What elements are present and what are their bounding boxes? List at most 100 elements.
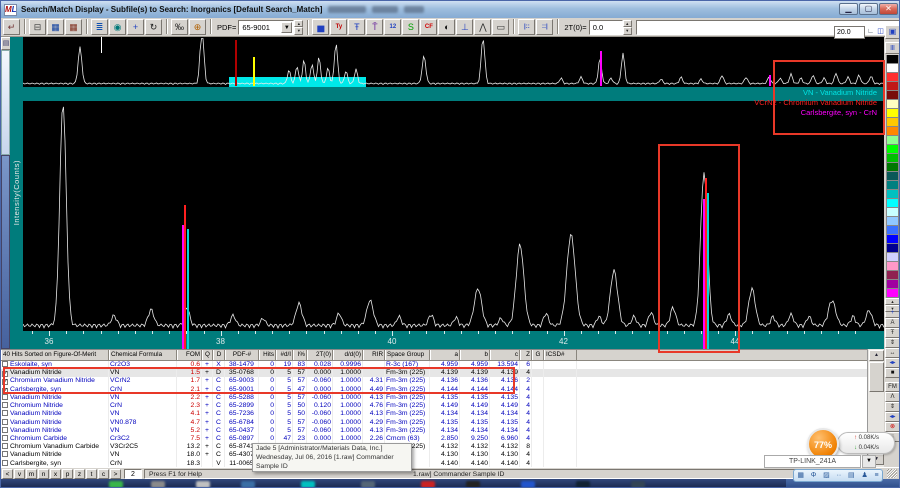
column-header[interactable]: PDF-#	[225, 350, 259, 360]
row-checkbox[interactable]	[2, 443, 8, 450]
taskbar-item[interactable]	[466, 481, 480, 487]
ime-language-bar[interactable]: ▦ Φ ▨ ·· ▤ ♟ ≡	[793, 469, 883, 482]
column-header[interactable]: b	[460, 350, 490, 360]
row-checkbox[interactable]	[2, 402, 8, 409]
wifi-network-label[interactable]: TP-LINK_241A	[764, 455, 861, 468]
row-checkbox[interactable]	[2, 459, 8, 466]
vexpand-icon[interactable]: ⇕	[885, 402, 899, 412]
stickpattern-icon[interactable]: ▅	[312, 19, 330, 35]
ime-icon[interactable]: ♟	[861, 470, 867, 481]
row-checkbox[interactable]	[2, 426, 8, 433]
zoom-value-box[interactable]: 20.0	[834, 26, 865, 39]
cell-name[interactable]: Vanadium Nitride	[1, 418, 109, 427]
ime-icon[interactable]: ▦	[797, 470, 804, 481]
refresh-icon[interactable]: ↻	[145, 19, 162, 35]
column-header[interactable]: Chemical Formula	[109, 350, 177, 360]
move-icon[interactable]: +	[127, 19, 144, 35]
color-swatch[interactable]	[886, 100, 899, 109]
table-row[interactable]: Vanadium Nitride VN0.878 4.7 + C 65-6784 0 5 57-…	[1, 418, 867, 427]
stop-icon[interactable]: ■	[885, 368, 899, 378]
pager-button-v[interactable]: v	[14, 469, 25, 479]
taskbar-item[interactable]	[109, 481, 123, 487]
resize-grip[interactable]	[887, 469, 897, 478]
vfit-icon[interactable]: ⇕	[885, 338, 899, 348]
apply-icon[interactable]: ↵	[3, 19, 20, 35]
vertical-zoom-slider[interactable]	[1, 50, 10, 155]
two-theta-spinner[interactable]: ▲ ▼	[622, 19, 632, 35]
contrast-icon[interactable]: ◐	[438, 19, 456, 35]
cf-icon[interactable]: CF	[420, 19, 438, 35]
color-swatch[interactable]	[886, 208, 899, 217]
percent-icon[interactable]: ‰	[171, 19, 188, 35]
overlay-icon[interactable]: Ty	[330, 19, 348, 35]
globe-icon[interactable]: ⊕	[189, 19, 206, 35]
web-icon[interactable]: ◉	[109, 19, 126, 35]
color-swatch[interactable]	[886, 127, 899, 136]
report-icon[interactable]: ≣	[91, 19, 108, 35]
stick-bottom-icon[interactable]: Ť	[366, 19, 384, 35]
column-header[interactable]: G	[532, 350, 544, 360]
peak-hat-icon[interactable]: Â	[885, 318, 899, 328]
pager-button-n[interactable]: n	[38, 469, 49, 479]
title-bar[interactable]: ML Search/Match Display - Subfile(s) to …	[1, 1, 899, 18]
ime-icon[interactable]: ≡	[875, 470, 879, 481]
palette-spinner[interactable]: ▲▼	[885, 298, 899, 312]
pager-button-nav[interactable]: >	[110, 469, 121, 479]
color-swatch[interactable]	[886, 235, 899, 244]
row-checkbox[interactable]	[2, 434, 8, 441]
taskbar-item[interactable]	[631, 481, 645, 487]
color-swatch[interactable]	[886, 253, 899, 262]
color-swatch[interactable]	[886, 154, 899, 163]
column-header[interactable]: ICSD#	[544, 350, 577, 360]
color-swatch[interactable]	[886, 289, 899, 298]
column-header[interactable]: I%	[293, 350, 307, 360]
monitor-icon[interactable]: ▣	[885, 25, 899, 39]
table-row[interactable]: Vanadium Nitride VN 4.1 + C 65-7236 0 5 50 -0.060…	[1, 410, 867, 419]
pager-button-c[interactable]: c	[98, 469, 109, 479]
taskbar-item[interactable]	[151, 481, 165, 487]
overview-spectrum[interactable]	[23, 37, 884, 122]
delete-icon[interactable]: ⊗	[885, 422, 899, 432]
pdf-spinner[interactable]: ▲ ▼	[294, 19, 304, 35]
pager-button-m[interactable]: m	[26, 469, 37, 479]
cell-name[interactable]: Vanadium Nitride	[1, 451, 109, 460]
table-row[interactable]: Vanadium Nitride VN 5.2 + C 65-0437 0 5 57 -0.060…	[1, 426, 867, 435]
hsplit2-icon[interactable]: ◂▸	[885, 412, 899, 422]
color-swatch[interactable]	[886, 262, 899, 271]
peaklabel-icon[interactable]: ⊥	[456, 19, 474, 35]
hfit-icon[interactable]: ↔	[885, 348, 899, 358]
row-checkbox[interactable]	[2, 418, 8, 425]
chevron-down-icon[interactable]: ▼	[862, 455, 876, 468]
color-swatch[interactable]	[886, 271, 899, 280]
cell-name[interactable]: Vanadium Nitride	[1, 426, 109, 435]
main-diffraction-plot[interactable]	[23, 101, 884, 331]
row-checkbox[interactable]	[2, 451, 8, 458]
row-checkbox[interactable]	[2, 393, 8, 400]
color-swatch[interactable]	[886, 136, 899, 145]
color-swatch[interactable]	[886, 145, 899, 154]
pattern-lines-icon[interactable]: |||	[885, 42, 899, 54]
save-icon[interactable]: ▦	[47, 19, 64, 35]
color-swatch[interactable]	[886, 91, 899, 100]
column-header[interactable]: Z	[520, 350, 532, 360]
taskbar-item[interactable]	[301, 481, 315, 487]
color-swatch[interactable]	[886, 199, 899, 208]
color-swatch[interactable]	[886, 172, 899, 181]
dock-right-icon[interactable]: ::|	[536, 19, 554, 35]
page-number-box[interactable]: 2	[124, 469, 142, 479]
ime-icon[interactable]: ▨	[823, 470, 830, 481]
profile-icon[interactable]: ⋀	[474, 19, 492, 35]
cell-name[interactable]: Chromium Vanadium Carbide	[1, 443, 109, 452]
table-row[interactable]: Chromium Nitride CrN 2.3 + C 65-2899 0 5 50 0.120…	[1, 402, 867, 411]
color-swatch[interactable]	[886, 244, 899, 253]
cell-name[interactable]: Vanadium Nitride	[1, 410, 109, 419]
row-checkbox[interactable]	[2, 410, 8, 417]
color-swatch[interactable]	[886, 190, 899, 199]
stick-top-icon[interactable]: Ŧ	[348, 19, 366, 35]
taskbar-item[interactable]	[576, 481, 590, 487]
dock-left-icon[interactable]: |::	[518, 19, 536, 35]
windows-taskbar[interactable]	[1, 479, 899, 487]
taskbar-item[interactable]	[361, 481, 375, 487]
minimize-button[interactable]: ▁	[839, 3, 858, 15]
fm-button[interactable]: FM	[885, 382, 899, 392]
